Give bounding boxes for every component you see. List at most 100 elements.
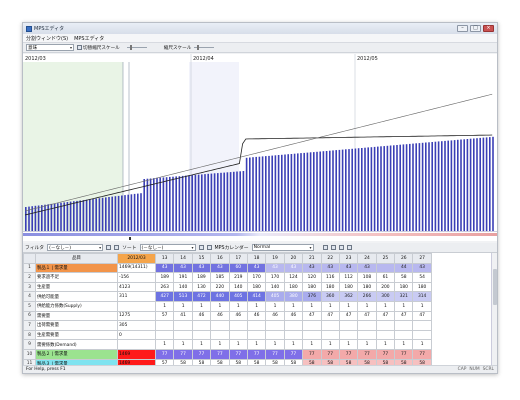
grid-cell[interactable]: 77 [228,348,248,360]
row-item-name[interactable]: 出荷需要量 [35,320,118,331]
grid-cell[interactable] [394,320,414,331]
row-item-name[interactable]: 製品１ | 需求量 [35,262,118,274]
grid-cell[interactable]: 266 [357,291,377,302]
grid-cell[interactable]: 47 [394,310,414,322]
grid-cell[interactable]: 405 [265,291,285,302]
grid-cell[interactable]: 513 [173,291,193,302]
minimize-button[interactable]: – [457,25,468,32]
row-month-value[interactable]: 311 [117,291,156,302]
grid-cell[interactable]: 376 [302,291,322,302]
grid-cell[interactable]: 321 [394,291,414,302]
grid-row[interactable]: 1 製品１ | 需求量 1469(14311) 43 43 43 43 60 43 43 43 43 4… [23,262,432,274]
mps-chart[interactable]: 2012/03 2012/04 2012/05 [23,54,497,231]
grid-cell[interactable]: 170 [246,272,267,283]
row-item-name[interactable]: 供給可能量 [35,291,118,302]
grid-cell[interactable] [191,320,212,331]
grid-cell[interactable]: 1 [173,339,193,350]
scale-button[interactable]: 縮尺スケール [164,44,192,51]
view-select[interactable]: 意味 ▾ [26,44,74,51]
grid-cell[interactable]: 44 [394,262,414,274]
sort-asc-icon[interactable] [198,245,204,250]
grid-cell[interactable]: 180 [302,281,322,293]
grid-cell[interactable]: 1 [246,339,267,350]
grid-cell[interactable]: 180 [320,281,340,293]
grid-row[interactable]: 8 生産需要量 0 [23,329,432,341]
menu-mps-editor[interactable]: MPSエディタ [71,35,107,42]
toolbar-icon[interactable] [346,245,352,250]
grid-row[interactable]: 10 製品２ | 需求量 1469 77 77 77 77 77 77 77 77 77 77 77 77 7… [23,348,432,360]
grid-cell[interactable]: 43 [191,262,212,274]
grid-cell[interactable]: 47 [302,310,322,322]
grid-cell[interactable]: 77 [338,348,359,360]
grid-cell[interactable]: 41 [173,310,193,322]
grid-cell[interactable]: 77 [412,348,432,360]
grid-cell[interactable]: 43 [283,262,304,274]
grid-cell[interactable]: 47 [338,310,359,322]
grid-cell[interactable] [173,329,193,341]
grid-cell[interactable] [338,320,359,331]
grid-cell[interactable]: 1 [228,339,248,350]
grid-cell[interactable] [375,320,396,331]
grid-cell[interactable]: 360 [320,291,340,302]
grid-cell[interactable]: 140 [265,281,285,293]
grid-cell[interactable]: 180 [412,281,432,293]
row-month-value[interactable]: 1469(14311) [117,262,156,274]
grid-cell[interactable]: 314 [412,291,432,302]
grid-cell[interactable]: 1 [394,339,414,350]
grid-cell[interactable]: 170 [265,272,285,283]
toolbar-icon[interactable] [338,245,344,250]
grid-cell[interactable]: 77 [375,348,396,360]
grid-row[interactable]: 7 出荷需要量 305 [23,320,432,331]
chart-canvas[interactable]: 2012/03 2012/04 2012/05 [23,54,497,231]
grid-cell[interactable]: 46 [246,310,267,322]
grid-row[interactable]: 3 生産量 4123 263 140 130 220 140 180 140 180 180 180 18… [23,281,432,293]
row-month-value[interactable]: 1469 [117,348,156,360]
close-button[interactable]: × [483,25,494,32]
grid-cell[interactable]: 46 [283,310,304,322]
menu-split-window[interactable]: 分割ウィンドウ(S) [23,35,71,42]
row-month-value[interactable]: -156 [117,272,156,283]
grid-cell[interactable]: 1 [210,300,230,312]
sort-desc-icon[interactable] [206,245,212,250]
grid-cell[interactable]: 1 [283,300,304,312]
filter-apply-icon[interactable] [114,245,120,250]
grid-cell[interactable]: 1 [375,339,396,350]
grid-cell[interactable]: 140 [228,281,248,293]
grid-cell[interactable]: 77 [357,348,377,360]
filter-edit-icon[interactable] [106,245,112,250]
timeline-marker[interactable] [129,237,131,240]
grid-cell[interactable] [412,329,432,341]
row-month-value[interactable]: 4123 [117,281,156,293]
scrollbar-thumb[interactable] [493,269,497,305]
grid-cell[interactable]: 1 [320,339,340,350]
grid-cell[interactable]: 1 [191,300,212,312]
grid-cell[interactable]: 1 [173,300,193,312]
grid-cell[interactable]: 180 [246,281,267,293]
mps-grid[interactable]: 品目 2012/03 13 14 15 16 17 18 19 20 21 22 23 24 25 26 2… [23,253,491,365]
grid-cell[interactable] [338,329,359,341]
grid-cell[interactable]: 43 [357,262,377,274]
row-item-name[interactable]: 製品２ | 需求量 [35,348,118,360]
grid-cell[interactable]: 185 [210,272,230,283]
grid-cell[interactable]: 116 [320,272,340,283]
grid-cell[interactable] [302,329,322,341]
grid-cell[interactable]: 1 [302,339,322,350]
grid-cell[interactable]: 180 [283,281,304,293]
grid-cell[interactable] [210,329,230,341]
calendar-select[interactable]: Normal ▾ [251,244,314,251]
grid-cell[interactable]: 77 [154,348,175,360]
grid-cell[interactable]: 77 [320,348,340,360]
grid-cell[interactable]: 1 [283,339,304,350]
grid-cell[interactable]: 43 [173,262,193,274]
grid-cell[interactable] [357,320,377,331]
grid-cell[interactable]: 43 [210,262,230,274]
grid-cell[interactable] [210,320,230,331]
grid-cell[interactable]: 1 [338,300,359,312]
grid-cell[interactable] [228,329,248,341]
grid-cell[interactable]: 77 [173,348,193,360]
grid-cell[interactable]: 180 [338,281,359,293]
grid-cell[interactable]: 60 [228,262,248,274]
grid-cell[interactable]: 47 [412,310,432,322]
grid-cell[interactable] [357,329,377,341]
grid-cell[interactable]: 61 [375,272,396,283]
